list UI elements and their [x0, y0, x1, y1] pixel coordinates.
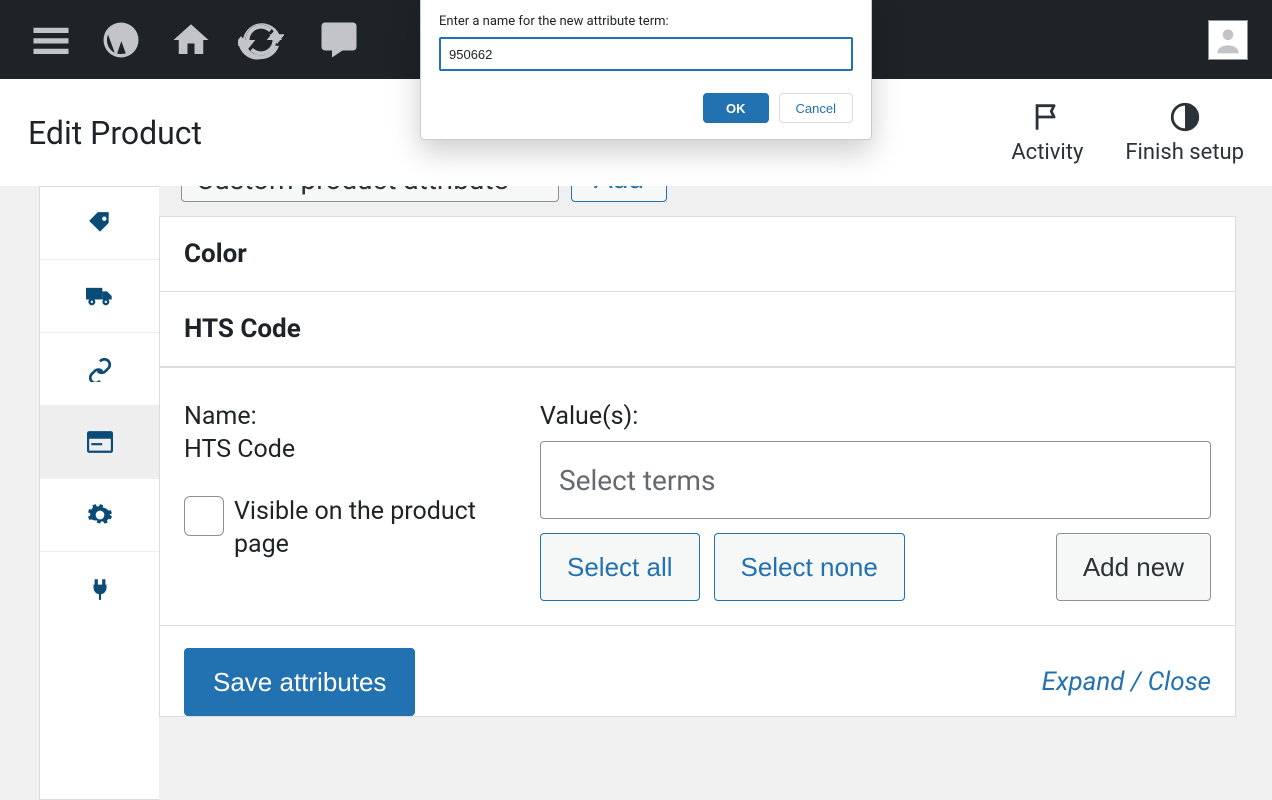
select-none-button[interactable]: Select none — [714, 533, 905, 601]
product-data-tabs — [39, 186, 159, 800]
link-icon — [87, 356, 113, 382]
finish-setup-button[interactable]: Finish setup — [1125, 100, 1244, 165]
comment-icon[interactable] — [304, 0, 374, 79]
panel-icon — [87, 431, 113, 453]
progress-circle-icon — [1168, 100, 1202, 134]
refresh-icon[interactable] — [226, 0, 296, 79]
page-title: Edit Product — [28, 114, 202, 152]
attributes-tab[interactable] — [40, 406, 159, 479]
inventory-tab[interactable] — [40, 187, 159, 260]
new-term-prompt-modal: Enter a name for the new attribute term:… — [420, 0, 872, 140]
truck-icon — [86, 285, 114, 307]
visible-label: Visible on the product page — [234, 496, 484, 561]
finish-setup-label: Finish setup — [1125, 140, 1244, 165]
modal-prompt-label: Enter a name for the new attribute term: — [439, 14, 853, 29]
getmore-tab[interactable] — [40, 552, 159, 625]
terms-select[interactable]: Select terms — [540, 441, 1211, 519]
select-all-button[interactable]: Select all — [540, 533, 700, 601]
expand-close-links: Expand / Close — [1042, 667, 1211, 697]
name-value: HTS Code — [184, 435, 524, 464]
plug-icon — [87, 576, 113, 602]
expand-link[interactable]: Expand — [1042, 667, 1125, 697]
activity-button[interactable]: Activity — [1011, 100, 1083, 165]
shipping-tab[interactable] — [40, 260, 159, 333]
hamburger-menu-icon[interactable] — [16, 0, 86, 79]
terms-placeholder: Select terms — [559, 464, 715, 497]
activity-label: Activity — [1011, 140, 1083, 165]
attribute-color-header[interactable]: Color — [160, 217, 1235, 292]
visible-checkbox[interactable] — [184, 496, 224, 536]
gear-icon — [87, 502, 113, 528]
name-label: Name: — [184, 402, 524, 431]
add-new-term-button[interactable]: Add new — [1056, 533, 1211, 601]
close-link[interactable]: Close — [1148, 667, 1211, 697]
advanced-tab[interactable] — [40, 479, 159, 552]
modal-term-input[interactable] — [439, 37, 853, 71]
modal-cancel-button[interactable]: Cancel — [779, 93, 853, 123]
home-icon[interactable] — [156, 0, 226, 79]
tag-icon — [87, 210, 113, 236]
attribute-hts-header[interactable]: HTS Code — [160, 292, 1235, 367]
wordpress-icon[interactable] — [86, 0, 156, 79]
attribute-hts-body: Name: HTS Code Visible on the product pa… — [160, 367, 1235, 625]
modal-ok-button[interactable]: OK — [703, 93, 769, 123]
attributes-panel: Custom product attribute Add Color HTS C… — [159, 186, 1236, 800]
save-attributes-button[interactable]: Save attributes — [184, 648, 415, 716]
linked-tab[interactable] — [40, 333, 159, 406]
content-area: Custom product attribute Add Color HTS C… — [0, 186, 1272, 800]
user-avatar[interactable] — [1208, 20, 1248, 60]
flag-icon — [1030, 100, 1064, 134]
values-label: Value(s): — [540, 402, 1211, 431]
